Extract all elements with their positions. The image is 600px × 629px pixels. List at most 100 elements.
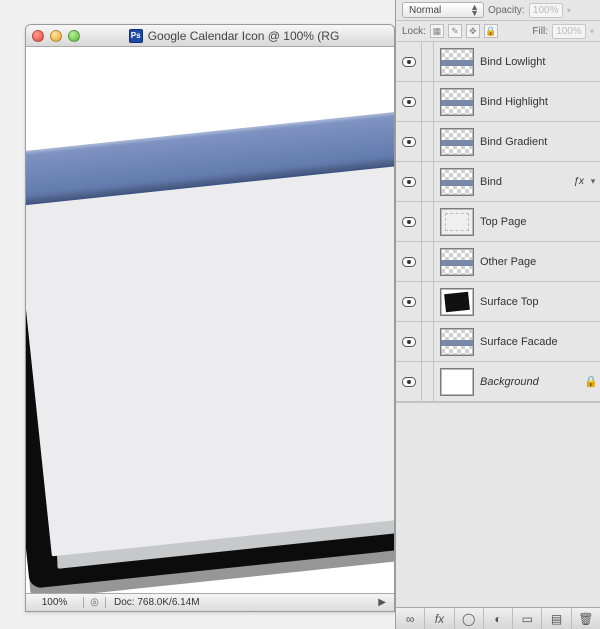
layer-thumbnail[interactable] — [440, 48, 474, 76]
lock-position-icon[interactable]: ✥ — [466, 24, 480, 38]
layer-row[interactable]: Top Page — [396, 202, 600, 242]
select-stepper-icon: ▲▼ — [470, 4, 479, 16]
layer-name[interactable]: Background — [480, 376, 582, 388]
artwork-top-page — [26, 161, 394, 556]
layer-fx-badge[interactable]: ƒx — [573, 176, 586, 187]
opacity-label: Opacity: — [488, 5, 525, 16]
window-title-text: Google Calendar Icon @ 100% (RG — [148, 29, 340, 43]
eye-icon — [402, 297, 416, 307]
layer-name[interactable]: Bind — [480, 176, 573, 188]
eye-icon — [402, 97, 416, 107]
visibility-toggle[interactable] — [396, 82, 422, 121]
link-column — [422, 282, 434, 321]
blend-mode-select[interactable]: Normal ▲▼ — [402, 2, 484, 18]
layer-name[interactable]: Bind Gradient — [480, 136, 600, 148]
layers-list[interactable]: Bind Lowlight Bind Highlight Bind Gradient… — [396, 42, 600, 607]
eye-icon — [402, 57, 416, 67]
photoshop-badge-icon: Ps — [129, 29, 143, 43]
link-column — [422, 202, 434, 241]
link-column — [422, 322, 434, 361]
layer-name[interactable]: Other Page — [480, 256, 600, 268]
visibility-toggle[interactable] — [396, 162, 422, 201]
layers-panel: Normal ▲▼ Opacity: 100% ▾ Lock: ▦ ✎ ✥ 🔒 … — [395, 0, 600, 629]
layer-row[interactable]: Bind Gradient — [396, 122, 600, 162]
link-column — [422, 242, 434, 281]
close-button[interactable] — [32, 30, 44, 42]
lock-pixels-icon[interactable]: ✎ — [448, 24, 462, 38]
opacity-menu-icon[interactable]: ▾ — [567, 6, 571, 15]
layer-row[interactable]: Surface Top — [396, 282, 600, 322]
link-column — [422, 162, 434, 201]
layers-empty-area — [396, 402, 600, 403]
scroll-icon[interactable]: ◎ — [84, 597, 106, 608]
eye-icon — [402, 337, 416, 347]
layer-row[interactable]: Background🔒 — [396, 362, 600, 402]
layer-fx-icon[interactable]: fx — [425, 608, 454, 629]
new-group-icon[interactable]: ▭ — [513, 608, 542, 629]
fx-disclosure-icon[interactable]: ▾ — [586, 176, 600, 187]
visibility-toggle[interactable] — [396, 282, 422, 321]
layer-row[interactable]: Bindƒx▾ — [396, 162, 600, 202]
layer-name[interactable]: Top Page — [480, 216, 600, 228]
layer-thumbnail[interactable] — [440, 248, 474, 276]
window-titlebar[interactable]: Ps Google Calendar Icon @ 100% (RG — [26, 25, 394, 47]
eye-icon — [402, 377, 416, 387]
layer-name[interactable]: Surface Facade — [480, 336, 600, 348]
lock-label: Lock: — [402, 26, 426, 37]
eye-icon — [402, 257, 416, 267]
layer-row[interactable]: Other Page — [396, 242, 600, 282]
visibility-toggle[interactable] — [396, 42, 422, 81]
link-layers-icon[interactable]: ∞ — [396, 608, 425, 629]
layer-row[interactable]: Surface Facade — [396, 322, 600, 362]
blend-mode-value: Normal — [409, 5, 441, 16]
doc-info-menu-icon[interactable]: ▶ — [370, 597, 394, 608]
delete-layer-icon[interactable]: 🗑 — [572, 608, 600, 629]
layer-row[interactable]: Bind Highlight — [396, 82, 600, 122]
layer-thumbnail[interactable] — [440, 88, 474, 116]
link-column — [422, 362, 434, 401]
visibility-toggle[interactable] — [396, 202, 422, 241]
visibility-toggle[interactable] — [396, 122, 422, 161]
status-bar: 100% ◎ Doc: 768.0K/6.14M ▶ — [26, 593, 394, 611]
layer-name[interactable]: Bind Highlight — [480, 96, 600, 108]
visibility-toggle[interactable] — [396, 242, 422, 281]
new-layer-icon[interactable]: ▤ — [542, 608, 571, 629]
link-column — [422, 42, 434, 81]
fill-field[interactable]: 100% — [552, 24, 586, 39]
opacity-field[interactable]: 100% — [529, 3, 563, 18]
lock-all-icon[interactable]: 🔒 — [484, 24, 498, 38]
eye-icon — [402, 177, 416, 187]
fill-label: Fill: — [532, 26, 548, 37]
minimize-button[interactable] — [50, 30, 62, 42]
traffic-lights — [32, 30, 80, 42]
zoom-field[interactable]: 100% — [26, 597, 84, 608]
layer-thumbnail[interactable] — [440, 288, 474, 316]
layer-thumbnail[interactable] — [440, 368, 474, 396]
layer-thumbnail[interactable] — [440, 328, 474, 356]
layer-name[interactable]: Surface Top — [480, 296, 600, 308]
visibility-toggle[interactable] — [396, 362, 422, 401]
adjustment-layer-icon[interactable]: ◐ — [484, 608, 513, 629]
layer-thumbnail[interactable] — [440, 128, 474, 156]
canvas-area[interactable] — [26, 47, 394, 593]
fill-menu-icon[interactable]: ▾ — [590, 27, 594, 36]
layer-options: Normal ▲▼ Opacity: 100% ▾ Lock: ▦ ✎ ✥ 🔒 … — [396, 0, 600, 42]
layer-row[interactable]: Bind Lowlight — [396, 42, 600, 82]
artwork — [26, 61, 394, 593]
add-mask-icon[interactable]: ◯ — [455, 608, 484, 629]
blend-opacity-row: Normal ▲▼ Opacity: 100% ▾ — [396, 0, 600, 21]
visibility-toggle[interactable] — [396, 322, 422, 361]
document-window: Ps Google Calendar Icon @ 100% (RG 100% … — [25, 24, 395, 612]
layers-panel-footer: ∞ fx ◯ ◐ ▭ ▤ 🗑 — [396, 607, 600, 629]
layer-lock-icon: 🔒 — [582, 375, 600, 388]
eye-icon — [402, 137, 416, 147]
layer-thumbnail[interactable] — [440, 168, 474, 196]
layer-thumbnail[interactable] — [440, 208, 474, 236]
layer-name[interactable]: Bind Lowlight — [480, 56, 600, 68]
zoom-button[interactable] — [68, 30, 80, 42]
lock-fill-row: Lock: ▦ ✎ ✥ 🔒 Fill: 100% ▾ — [396, 21, 600, 42]
link-column — [422, 82, 434, 121]
doc-info[interactable]: Doc: 768.0K/6.14M — [106, 597, 208, 608]
lock-transparency-icon[interactable]: ▦ — [430, 24, 444, 38]
link-column — [422, 122, 434, 161]
